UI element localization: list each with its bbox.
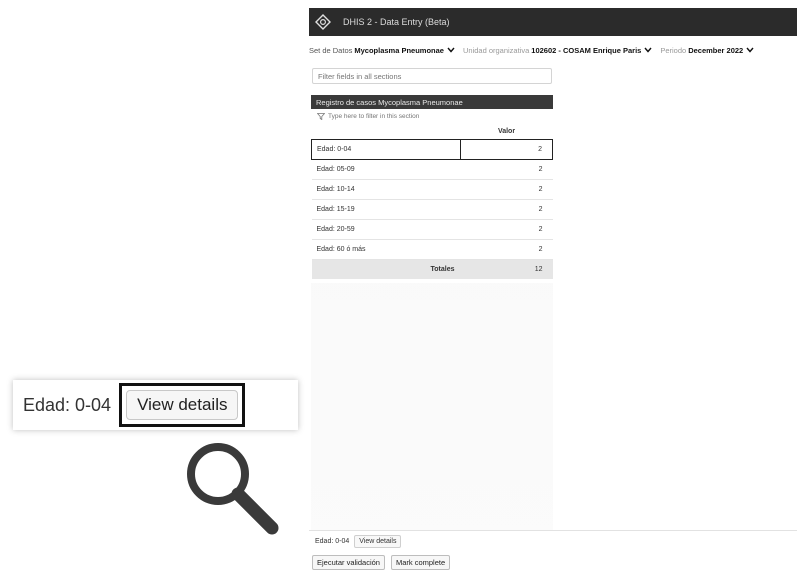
dataset-selector[interactable]: Set de Datos Mycoplasma Pneumonae [309, 46, 455, 55]
row-label: Edad: 10-14 [311, 179, 461, 200]
dhis2-logo-icon [315, 14, 331, 30]
empty-area [311, 283, 553, 538]
selected-field-label: Edad: 0-04 [315, 538, 350, 545]
bottom-bar: Edad: 0-04 View details Ejecutar validac… [309, 530, 797, 572]
callout-view-details-button[interactable]: View details [126, 390, 239, 420]
orgunit-value: 102602 - COSAM Enrique Paris [531, 45, 642, 55]
label-column-header [312, 123, 461, 140]
period-selector[interactable]: Periodo December 2022 [660, 46, 754, 55]
value-cell[interactable]: 2 [460, 179, 553, 200]
orgunit-label: Unidad organizativa [462, 45, 530, 55]
app-title: DHIS 2 - Data Entry (Beta) [343, 17, 450, 27]
chevron-down-icon [746, 47, 754, 53]
context-selectors: Set de Datos Mycoplasma Pneumonae Unidad… [309, 42, 797, 58]
mark-complete-button[interactable]: Mark complete [390, 555, 451, 570]
run-validation-button[interactable]: Ejecutar validación [312, 555, 385, 570]
totals-value: 12 [460, 259, 553, 279]
dataset-label: Set de Datos [309, 45, 353, 55]
section-filter[interactable] [311, 109, 553, 123]
section-filter-input[interactable] [325, 112, 528, 120]
magnifier-icon [187, 443, 279, 535]
totals-row: Totales 12 [311, 259, 553, 279]
totals-label: Totales [311, 259, 461, 279]
data-table: Valor Edad: 0-04 2 Edad: 05-09 2 Edad: 1… [311, 123, 553, 279]
value-column-header: Valor [497, 127, 516, 135]
section-registro: Registro de casos Mycoplasma Pneumonae V… [311, 95, 553, 279]
value-cell[interactable]: 2 [460, 219, 553, 240]
table-row[interactable]: Edad: 60 ó más 2 [311, 239, 553, 260]
period-label: Periodo [660, 45, 687, 55]
row-label: Edad: 20-59 [311, 219, 461, 240]
chevron-down-icon [644, 47, 652, 53]
table-row[interactable]: Edad: 0-04 2 [311, 139, 553, 160]
value-cell[interactable]: 2 [460, 239, 553, 260]
table-row[interactable]: Edad: 10-14 2 [311, 179, 553, 200]
filter-icon [317, 112, 325, 120]
callout-field-label: Edad: 0-04 [23, 394, 112, 415]
table-row[interactable]: Edad: 20-59 2 [311, 219, 553, 240]
selected-field-info: Edad: 0-04 View details [312, 535, 402, 548]
value-cell[interactable]: 2 [460, 139, 553, 160]
chevron-down-icon [447, 47, 455, 53]
view-details-button[interactable]: View details [354, 535, 402, 548]
zoom-callout: Edad: 0-04 View details [13, 380, 298, 430]
table-row[interactable]: Edad: 15-19 2 [311, 199, 553, 220]
action-buttons: Ejecutar validación Mark complete [312, 555, 456, 570]
row-label: Edad: 60 ó más [311, 239, 461, 260]
section-title: Registro de casos Mycoplasma Pneumonae [311, 95, 553, 109]
header-bar: DHIS 2 - Data Entry (Beta) [309, 8, 797, 36]
row-label: Edad: 05-09 [311, 159, 461, 180]
row-label: Edad: 15-19 [311, 199, 461, 220]
orgunit-selector[interactable]: Unidad organizativa 102602 - COSAM Enriq… [463, 46, 652, 55]
data-entry-app: DHIS 2 - Data Entry (Beta) Set de Datos … [309, 8, 797, 572]
row-label: Edad: 0-04 [311, 139, 461, 160]
period-value: December 2022 [688, 45, 744, 55]
table-row[interactable]: Edad: 05-09 2 [311, 159, 553, 180]
filter-all-sections-input[interactable] [312, 68, 552, 84]
dataset-value: Mycoplasma Pneumonae [354, 45, 444, 55]
value-cell[interactable]: 2 [460, 159, 553, 180]
callout-highlight: View details [119, 383, 246, 427]
value-cell[interactable]: 2 [460, 199, 553, 220]
